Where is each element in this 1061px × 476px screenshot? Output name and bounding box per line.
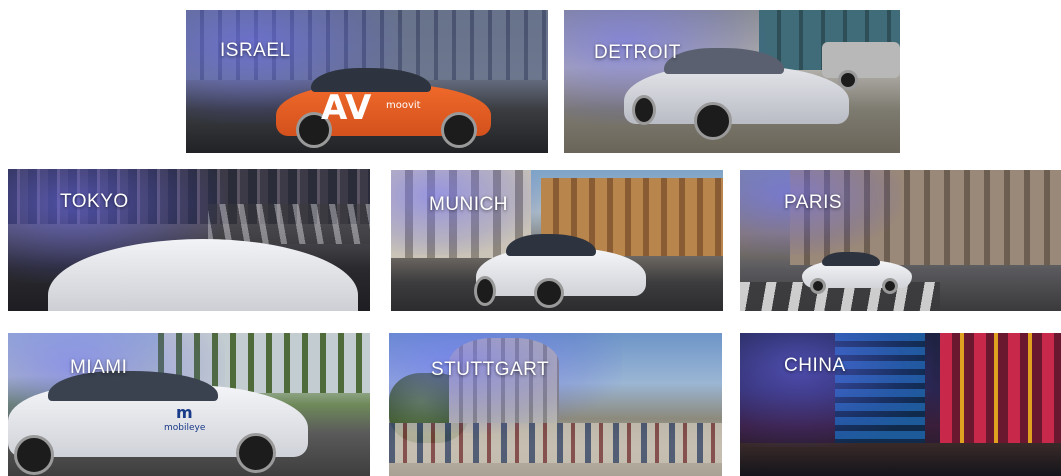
china-glow <box>740 333 933 448</box>
tile-label-miami: MIAMI <box>70 357 128 378</box>
stuttgart-glow <box>389 333 623 434</box>
tile-label-israel: ISRAEL <box>220 40 291 61</box>
israel-moovit-logo: moovit <box>386 100 421 111</box>
tile-label-munich: MUNICH <box>429 194 508 215</box>
paris-car <box>802 250 912 295</box>
tile-munich: MUNICH <box>391 170 723 311</box>
tile-label-stuttgart: STUTTGART <box>431 359 550 380</box>
tokyo-crosswalk <box>208 204 370 244</box>
tile-stuttgart: STUTTGART <box>389 333 722 476</box>
tile-label-tokyo: TOKYO <box>60 191 129 212</box>
tile-china: CHINA <box>740 333 1061 476</box>
miami-mobileye-mark: m <box>176 403 193 422</box>
tile-israel: AV moovit ISRAEL <box>186 10 548 153</box>
china-street <box>740 443 1061 476</box>
tile-miami: m mobileye MIAMI <box>8 333 370 476</box>
munich-car <box>474 230 646 310</box>
tile-label-paris: PARIS <box>784 192 843 213</box>
tokyo-car-hood <box>48 239 358 311</box>
miami-car: m mobileye <box>8 363 308 476</box>
tile-tokyo: TOKYO <box>8 169 370 311</box>
tile-label-china: CHINA <box>784 355 846 376</box>
tile-detroit: DETROIT <box>564 10 900 153</box>
tile-paris: PARIS <box>740 170 1061 311</box>
miami-mobileye-logo: mobileye <box>164 423 206 433</box>
israel-av-logo: AV <box>321 88 372 128</box>
china-neon-right <box>940 333 1061 453</box>
israel-car: AV moovit <box>276 62 491 148</box>
tile-label-detroit: DETROIT <box>594 42 681 63</box>
